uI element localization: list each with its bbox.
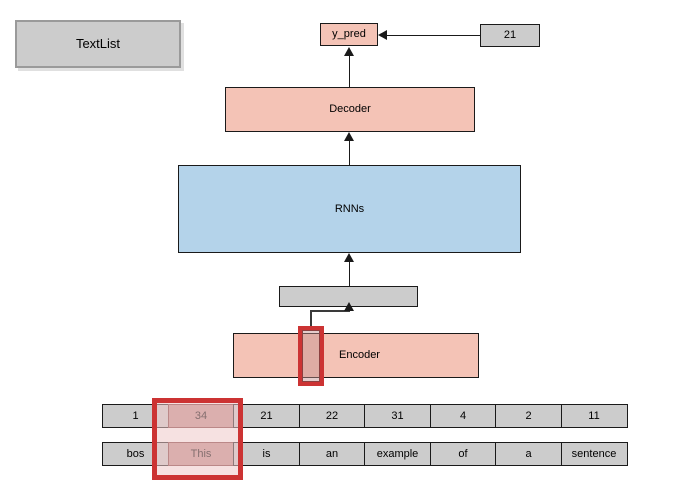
table-row-token-ids: 1 34 21 22 31 4 2 11 <box>102 404 628 428</box>
table-cell[interactable]: 11 <box>560 404 628 428</box>
arrow-embedding-to-rnns-head <box>344 253 354 262</box>
encoder-label: Encoder <box>339 349 380 362</box>
encoder-highlight-box <box>298 326 324 386</box>
arrow-embedding-to-rnns-line <box>348 262 351 286</box>
textlist-label: TextList <box>75 35 121 51</box>
table-cell[interactable]: 2 <box>495 404 562 428</box>
table-cell[interactable]: 22 <box>298 404 366 428</box>
arrow-target-to-ypred-head <box>378 30 387 40</box>
arrow-decoder-to-ypred-head <box>344 47 354 56</box>
encoder-highlight-inner <box>302 330 320 382</box>
arrow-rnns-to-decoder-head <box>344 132 354 141</box>
decoder-node[interactable]: Decoder <box>225 87 475 132</box>
arrow-decoder-to-ypred-line <box>348 56 351 87</box>
table-cell[interactable]: a <box>495 442 562 466</box>
arrow-rnns-to-decoder-line <box>348 141 351 165</box>
textlist-node[interactable]: TextList <box>15 20 181 68</box>
rnns-node[interactable]: RNNs <box>178 165 521 253</box>
decoder-label: Decoder <box>329 103 371 116</box>
table-cell[interactable]: bos <box>102 442 169 466</box>
table-cell[interactable]: 1 <box>102 404 169 428</box>
table-cell[interactable]: of <box>429 442 497 466</box>
table-cell[interactable]: is <box>233 442 300 466</box>
table-row-tokens: bos This is an example of a sentence <box>102 442 628 466</box>
target-value-label: 21 <box>503 29 517 42</box>
table-cell[interactable]: an <box>298 442 366 466</box>
connector-encoder-arrow-head <box>344 302 354 311</box>
y-pred-label: y_pred <box>332 28 366 41</box>
table-cell[interactable]: 4 <box>429 404 497 428</box>
y-pred-node[interactable]: y_pred <box>320 23 378 46</box>
target-value-node[interactable]: 21 <box>480 24 540 47</box>
rnns-label: RNNs <box>334 202 365 215</box>
encoder-node[interactable]: Encoder <box>233 333 479 378</box>
table-cell[interactable]: 31 <box>364 404 431 428</box>
table-cell[interactable]: This <box>167 442 235 466</box>
table-cell[interactable]: example <box>364 442 431 466</box>
table-cell[interactable]: 21 <box>233 404 300 428</box>
diagram-canvas: TextList y_pred 21 Decoder RNNs Encoder <box>0 0 684 500</box>
table-cell[interactable]: 34 <box>167 404 235 428</box>
arrow-target-to-ypred-line <box>387 34 480 37</box>
table-cell[interactable]: sentence <box>560 442 628 466</box>
